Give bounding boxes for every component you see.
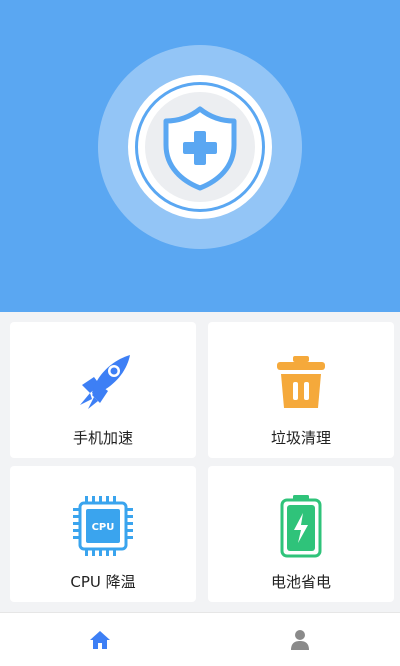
- cpu-chip-text: CPU: [92, 522, 115, 533]
- battery-card[interactable]: 电池省电: [208, 466, 394, 602]
- home-icon: [90, 631, 110, 649]
- app-screen: 手机加速 垃圾清理 CPU CPU 降温 电池省电: [0, 0, 400, 666]
- battery-label: 电池省电: [270, 573, 331, 591]
- boost-card[interactable]: 手机加速: [10, 322, 196, 458]
- battery-icon: [280, 495, 322, 558]
- feature-grid: 手机加速 垃圾清理 CPU CPU 降温 电池省电: [0, 312, 400, 612]
- shield-plus-icon[interactable]: [160, 105, 240, 191]
- clean-label: 垃圾清理: [270, 429, 331, 447]
- boost-label: 手机加速: [72, 429, 133, 447]
- cpu-cool-label: CPU 降温: [70, 573, 136, 591]
- cpu-icon: CPU: [73, 496, 133, 556]
- rocket-icon: [80, 355, 130, 409]
- clean-card[interactable]: 垃圾清理: [208, 322, 394, 458]
- user-icon: [291, 630, 309, 650]
- cpu-cool-card[interactable]: CPU CPU 降温: [10, 466, 196, 602]
- tab-home[interactable]: [0, 613, 200, 666]
- bottom-tab-bar: [0, 612, 400, 666]
- tab-profile[interactable]: [200, 613, 400, 666]
- hero-banner: [0, 0, 400, 312]
- trash-icon: [277, 356, 325, 408]
